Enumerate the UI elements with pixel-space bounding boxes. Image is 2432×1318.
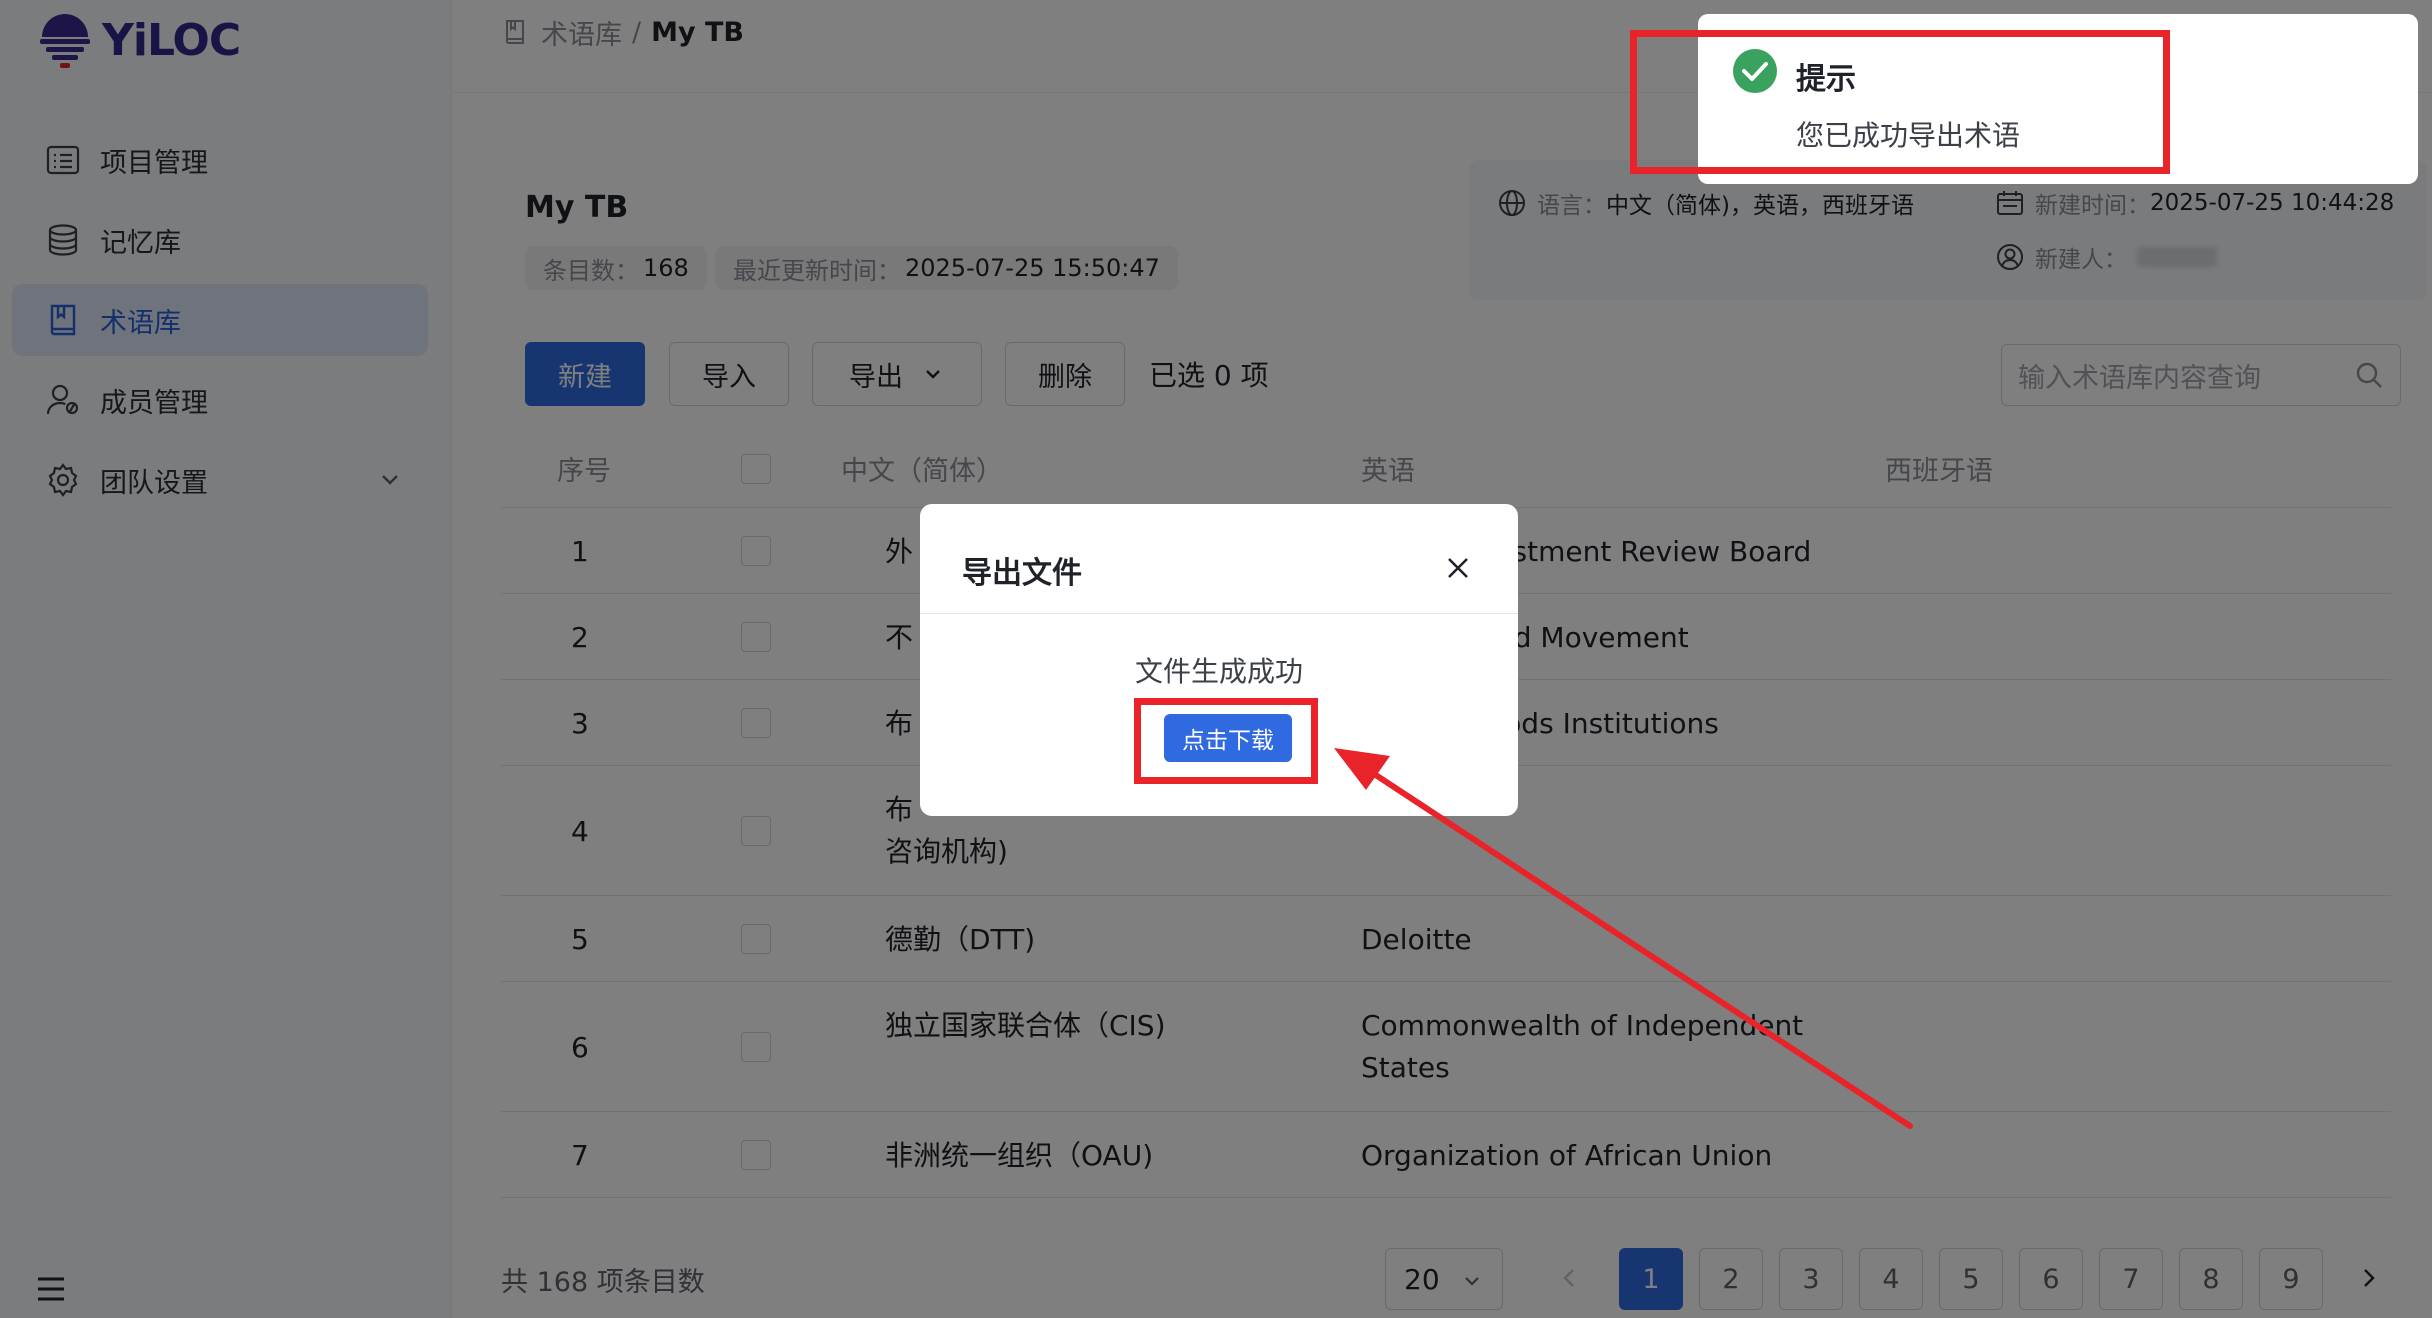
annotation-arrow bbox=[1334, 748, 1913, 1129]
